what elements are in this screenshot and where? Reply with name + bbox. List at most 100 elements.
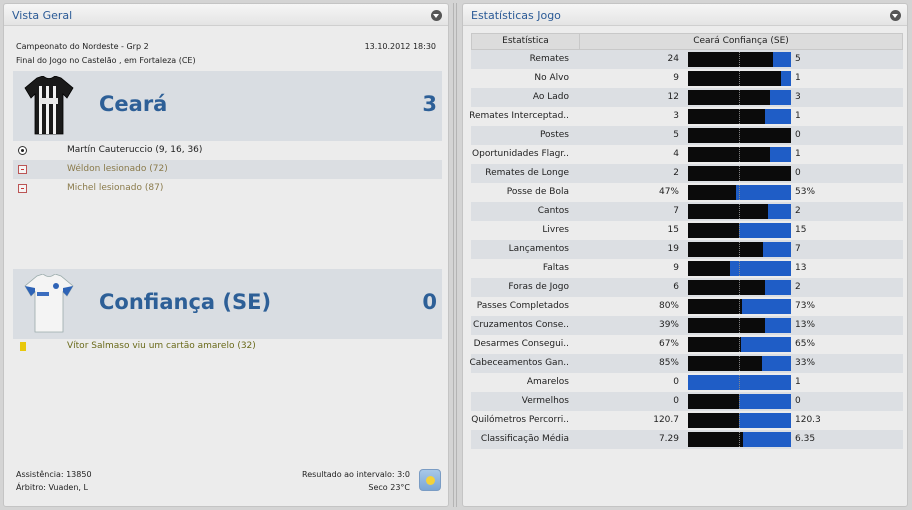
match-event-row: Wéldon lesionado (72) <box>13 160 442 179</box>
panel-menu-icon[interactable] <box>431 10 442 21</box>
stat-home-value: 19 <box>667 244 679 254</box>
stat-label: Oportunidades Flagr.. <box>472 149 569 159</box>
stat-row: Passes Completados 80% 73% <box>471 297 903 316</box>
event-text[interactable]: Michel lesionado (87) <box>67 183 163 193</box>
home-team-score: 3 <box>422 92 437 116</box>
stat-home-value: 80% <box>658 301 679 311</box>
stat-home-value: 47% <box>658 187 679 197</box>
home-team-box: Ceará 3 <box>13 71 442 141</box>
stat-home-value: 3 <box>673 111 679 121</box>
stat-away-bar-fill <box>781 71 791 86</box>
stat-bar-midline <box>739 375 740 390</box>
stat-label: Remates Interceptad.. <box>469 111 569 121</box>
stat-row: Cruzamentos Conse.. 39% 13% <box>471 316 903 335</box>
stat-away-bar-fill <box>742 299 791 314</box>
competition-label: Campeonato do Nordeste - Grp 2 <box>16 42 149 51</box>
venue-label: Final do Jogo no Castelão , em Fortaleza… <box>16 56 196 65</box>
home-team-name[interactable]: Ceará <box>99 92 167 116</box>
stats-title: Estatísticas Jogo <box>471 9 561 22</box>
sunny-weather-icon <box>419 469 441 491</box>
stat-away-value: 5 <box>795 54 801 64</box>
stat-comparison-bar <box>688 147 791 162</box>
stat-home-value: 0 <box>673 377 679 387</box>
stat-comparison-bar <box>688 71 791 86</box>
overview-title: Vista Geral <box>12 9 73 22</box>
stat-label: Quilómetros Percorri.. <box>471 415 569 425</box>
stat-label: Remates de Longe <box>485 168 569 178</box>
stat-comparison-bar <box>688 90 791 105</box>
stat-row: Lançamentos 19 7 <box>471 240 903 259</box>
stat-label: Lançamentos <box>508 244 569 254</box>
away-team-score: 0 <box>422 290 437 314</box>
stat-away-value: 2 <box>795 206 801 216</box>
match-event-row: Michel lesionado (87) <box>13 179 442 198</box>
stat-comparison-bar <box>688 337 791 352</box>
stat-bar-midline <box>739 413 740 428</box>
stat-bar-midline <box>739 394 740 409</box>
stat-away-value: 73% <box>795 301 816 311</box>
stat-home-value: 9 <box>673 73 679 83</box>
stat-column-header[interactable]: Estatística <box>472 34 580 49</box>
stat-away-value: 0 <box>795 168 801 178</box>
stat-comparison-bar <box>688 299 791 314</box>
stat-home-value: 67% <box>658 339 679 349</box>
stat-label: Livres <box>542 225 569 235</box>
stat-comparison-bar <box>688 109 791 124</box>
stat-comparison-bar <box>688 52 791 67</box>
stat-row: Remates Interceptad.. 3 1 <box>469 107 903 126</box>
stat-home-value: 24 <box>667 54 679 64</box>
goal-ball-icon <box>18 146 27 155</box>
match-event-row: Vítor Salmaso viu um cartão amarelo (32) <box>13 337 442 356</box>
panel-menu-icon[interactable] <box>890 10 901 21</box>
stat-away-value: 2 <box>795 282 801 292</box>
stat-away-bar-fill <box>770 90 791 105</box>
stat-comparison-bar <box>688 356 791 371</box>
stat-away-value: 15 <box>795 225 807 235</box>
stats-table-header: Estatística Ceará Confiança (SE) <box>471 33 903 50</box>
stat-row: Vermelhos 0 0 <box>471 392 903 411</box>
stat-bar-midline <box>739 318 740 333</box>
stat-comparison-bar <box>688 413 791 428</box>
stat-row: Posse de Bola 47% 53% <box>471 183 903 202</box>
stat-bar-midline <box>739 242 740 257</box>
stats-header: Estatísticas Jogo <box>463 4 907 26</box>
stat-away-value: 1 <box>795 73 801 83</box>
stat-row: Remates de Longe 2 0 <box>471 164 903 183</box>
stat-away-bar-fill <box>773 52 791 67</box>
stat-bar-midline <box>739 223 740 238</box>
stat-comparison-bar <box>688 261 791 276</box>
stat-bar-midline <box>739 299 740 314</box>
event-text[interactable]: Wéldon lesionado (72) <box>67 164 168 174</box>
stat-row: Desarmes Consegui.. 67% 65% <box>471 335 903 354</box>
stat-away-value: 13% <box>795 320 816 330</box>
stat-home-value: 6 <box>673 282 679 292</box>
stat-label: Posse de Bola <box>506 187 569 197</box>
away-team-name[interactable]: Confiança (SE) <box>99 290 271 314</box>
stat-away-value: 0 <box>795 396 801 406</box>
event-text[interactable]: Martín Cauteruccio (9, 16, 36) <box>67 145 202 155</box>
event-text[interactable]: Vítor Salmaso viu um cartão amarelo (32) <box>67 341 256 351</box>
stat-away-bar-fill <box>736 185 791 200</box>
stat-away-value: 3 <box>795 92 801 102</box>
match-stats-panel: Estatísticas Jogo Estatística Ceará Conf… <box>462 3 908 507</box>
stat-bar-midline <box>739 109 740 124</box>
stat-bar-midline <box>739 356 740 371</box>
stat-away-bar-fill <box>765 280 791 295</box>
stat-label: Desarmes Consegui.. <box>473 339 569 349</box>
stat-comparison-bar <box>688 204 791 219</box>
match-overview-panel: Vista Geral Campeonato do Nordeste - Grp… <box>3 3 449 507</box>
panel-splitter[interactable] <box>452 3 459 507</box>
stat-row: Cantos 7 2 <box>471 202 903 221</box>
stat-comparison-bar <box>688 166 791 181</box>
stat-away-value: 33% <box>795 358 816 368</box>
stat-row: Postes 5 0 <box>471 126 903 145</box>
stat-bar-midline <box>739 90 740 105</box>
stat-comparison-bar <box>688 280 791 295</box>
teams-column-header[interactable]: Ceará Confiança (SE) <box>580 34 902 49</box>
stat-label: Cabeceamentos Gan.. <box>469 358 569 368</box>
stat-label: Vermelhos <box>521 396 569 406</box>
weather-label: Seco 23°C <box>368 483 410 492</box>
stat-row: Ao Lado 12 3 <box>471 88 903 107</box>
stat-label: Amarelos <box>526 377 569 387</box>
stat-bar-midline <box>739 166 740 181</box>
